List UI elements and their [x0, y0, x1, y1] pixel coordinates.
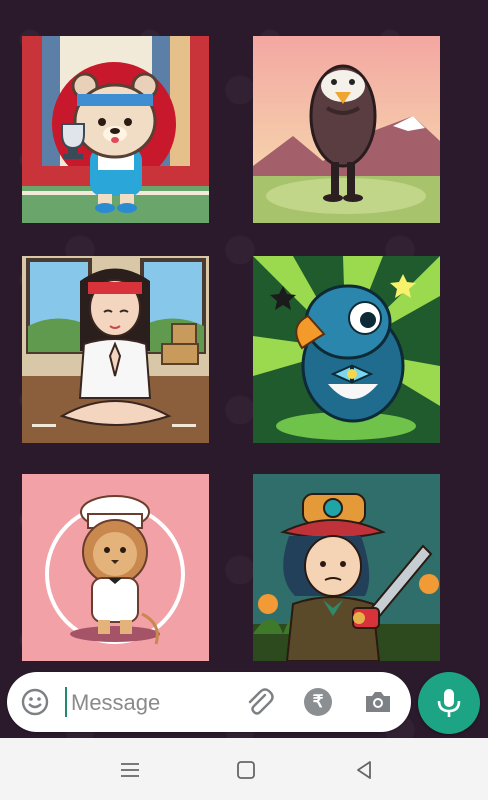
meditating-girl-icon [22, 256, 209, 443]
bear-holding-trophy-icon [22, 36, 209, 223]
parrot-bowtie-icon [253, 256, 440, 443]
message-composer: ₹ [7, 672, 411, 732]
text-cursor [65, 687, 67, 717]
system-navigation-bar [0, 738, 488, 800]
sticker-lion-chef[interactable] [22, 474, 209, 661]
recents-icon[interactable] [118, 758, 142, 782]
penguin-icon [253, 36, 440, 223]
back-icon[interactable] [352, 758, 376, 782]
microphone-button[interactable] [418, 672, 480, 734]
microphone-icon [437, 689, 461, 717]
home-icon[interactable] [234, 758, 258, 782]
message-input[interactable] [69, 684, 233, 722]
sticker-girl-meditating[interactable] [22, 256, 209, 443]
boy-chainsaw-icon [253, 474, 440, 661]
emoji-icon[interactable] [21, 688, 49, 716]
sticker-bear-trophy[interactable] [22, 36, 209, 223]
sticker-penguin-mountains[interactable] [253, 36, 440, 223]
sticker-parrot-bowtie[interactable] [253, 256, 440, 443]
sticker-boy-chainsaw[interactable] [253, 474, 440, 661]
paperclip-icon[interactable] [243, 686, 275, 718]
rupee-payment-icon[interactable]: ₹ [304, 688, 332, 716]
camera-icon[interactable] [363, 688, 393, 716]
lion-chef-icon [22, 474, 209, 661]
